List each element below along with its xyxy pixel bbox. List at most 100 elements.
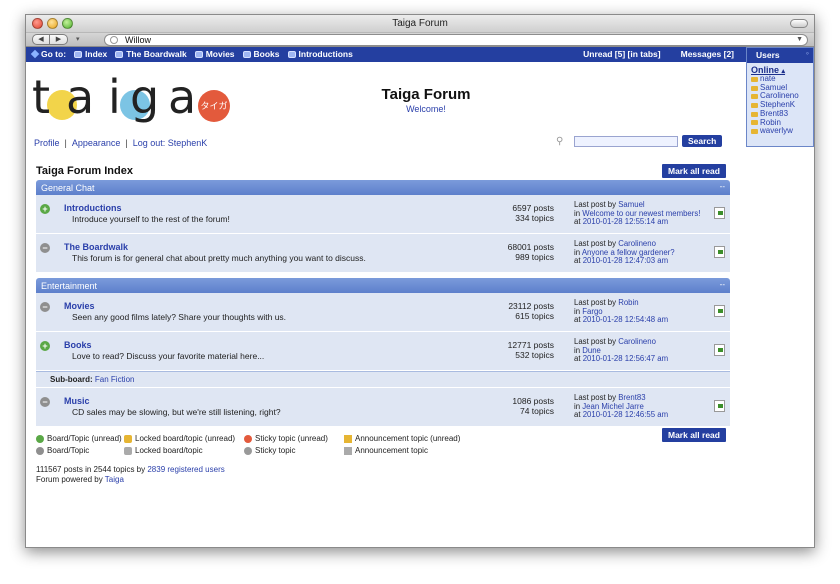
unread-link[interactable]: Unread [5] [in tabs] — [583, 49, 660, 59]
browser-toolbar: ◀ ▶ ▾ Willow ▼ — [26, 33, 814, 47]
board-link[interactable]: Music — [64, 396, 90, 406]
last-post-author-link[interactable]: Carolineno — [618, 337, 656, 346]
goto-last-post-icon[interactable] — [714, 400, 725, 412]
nav-item-movies[interactable]: Movies — [194, 49, 235, 59]
forum-stats: 111567 posts in 2544 topics by — [36, 465, 146, 474]
last-post-author-link[interactable]: Samuel — [618, 200, 644, 209]
title-bar: Taiga Forum — [26, 15, 814, 33]
collapse-arrow-icon[interactable]: ▴ — [782, 68, 786, 75]
announcement-unread-icon — [344, 435, 352, 443]
last-post-time-link[interactable]: 2010-01-28 12:46:55 am — [583, 410, 668, 420]
board-description: This forum is for general chat about pre… — [72, 253, 366, 263]
goto-last-post-icon[interactable] — [714, 344, 725, 356]
index-title: Taiga Forum Index — [36, 165, 133, 177]
last-post-topic-link[interactable]: Dune — [582, 346, 601, 355]
board-row: + Books Love to read? Discuss your favor… — [36, 332, 730, 371]
search-input[interactable] — [574, 135, 678, 147]
read-board-icon: − — [40, 397, 50, 407]
board-link[interactable]: Introductions — [64, 203, 122, 213]
unread-board-icon: + — [40, 204, 50, 214]
last-post-info: Last post by Carolineno in Anyone a fell… — [574, 239, 675, 266]
board-posts: 12771 posts — [507, 340, 554, 350]
toolbar-toggle-button[interactable] — [790, 19, 808, 28]
powered-by-text: Forum powered by — [36, 475, 103, 484]
nav-item-introductions[interactable]: Introductions — [287, 49, 353, 59]
goto-last-post-icon[interactable] — [714, 207, 725, 219]
board-row: − Music CD sales may be slowing, but we'… — [36, 388, 730, 427]
last-post-time-link[interactable]: 2010-01-28 12:55:14 am — [583, 217, 668, 227]
board-topics: 989 topics — [515, 252, 554, 262]
browser-window: Taiga Forum ◀ ▶ ▾ Willow ▼ Go to: Index … — [25, 14, 815, 548]
taiga-logo[interactable]: タイガ t a i g a — [32, 74, 242, 124]
user-icon — [751, 76, 758, 82]
nav-item-boardwalk[interactable]: The Boardwalk — [115, 49, 187, 59]
mark-all-read-button[interactable]: Mark all read — [662, 164, 726, 178]
page-icon — [110, 36, 118, 44]
board-posts: 6597 posts — [512, 203, 554, 213]
board-link[interactable]: Movies — [64, 301, 95, 311]
board-topics: 532 topics — [515, 350, 554, 360]
legend-item: Board/Topic — [36, 445, 124, 457]
forum-welcome: Welcome! — [406, 104, 446, 114]
board-description: Introduce yourself to the rest of the fo… — [72, 214, 230, 224]
last-post-topic-link[interactable]: Jean Michel Jarre — [582, 402, 644, 411]
goto-last-post-icon[interactable] — [714, 246, 725, 258]
window-title: Taiga Forum — [392, 18, 448, 29]
legend-item: Locked board/topic (unread) — [124, 433, 244, 445]
board-link[interactable]: The Boardwalk — [64, 242, 128, 252]
panel-close-icon[interactable]: ◦ — [806, 48, 809, 58]
address-bar[interactable]: Willow ▼ — [104, 34, 808, 46]
last-post-author-link[interactable]: Carolineno — [618, 239, 656, 248]
forward-button[interactable]: ▶ — [50, 34, 68, 45]
last-post-time-link[interactable]: 2010-01-28 12:54:48 am — [583, 315, 668, 325]
last-post-author-link[interactable]: Brent83 — [618, 393, 645, 402]
board-description: Seen any good films lately? Share your t… — [72, 312, 287, 322]
board-link[interactable]: Books — [64, 340, 92, 350]
board-posts: 68001 posts — [507, 242, 554, 252]
collapse-category-button[interactable]: -- — [720, 182, 725, 191]
registered-users-link[interactable]: 2839 registered users — [147, 465, 224, 474]
logout-link[interactable]: Log out: StephenK — [133, 138, 208, 148]
category-title[interactable]: General Chat — [41, 183, 95, 193]
last-post-topic-link[interactable]: Anyone a fellow gardener? — [582, 248, 675, 257]
forum-title: Taiga Forum — [381, 86, 471, 103]
last-post-topic-link[interactable]: Welcome to our newest members! — [582, 209, 700, 218]
subboard-link[interactable]: Fan Fiction — [95, 375, 135, 384]
nav-item-index[interactable]: Index — [74, 49, 107, 59]
goto-last-post-icon[interactable] — [714, 305, 725, 317]
read-board-icon: − — [40, 243, 50, 253]
last-post-time-link[interactable]: 2010-01-28 12:56:47 am — [583, 354, 668, 364]
last-post-author-link[interactable]: Robin — [618, 298, 638, 307]
last-post-topic-link[interactable]: Fargo — [582, 307, 602, 316]
collapse-category-button[interactable]: -- — [720, 280, 725, 289]
board-description: CD sales may be slowing, but we're still… — [72, 407, 281, 417]
category-title[interactable]: Entertainment — [41, 281, 97, 291]
messages-link[interactable]: Messages [2] — [681, 49, 734, 59]
board-topics: 74 topics — [519, 406, 554, 416]
appearance-link[interactable]: Appearance — [72, 138, 121, 148]
legend-item: Announcement topic — [344, 445, 428, 457]
legend-item: Sticky topic — [244, 445, 344, 457]
last-post-info: Last post by Brent83 in Jean Michel Jarr… — [574, 393, 669, 420]
goto-icon — [30, 49, 40, 59]
user-icon — [751, 85, 758, 91]
profile-link[interactable]: Profile — [34, 138, 60, 148]
back-button[interactable]: ◀ — [32, 34, 50, 45]
online-user[interactable]: waverlyw — [751, 127, 811, 136]
history-dropdown-icon[interactable]: ▾ — [76, 35, 80, 43]
mark-all-read-button-bottom[interactable]: Mark all read — [662, 428, 726, 442]
board-icon — [242, 50, 251, 58]
board-icon — [287, 50, 296, 58]
nav-item-books[interactable]: Books — [242, 49, 280, 59]
forum-nav-bar: Go to: Index The Boardwalk Movies Books … — [26, 47, 814, 62]
locked-icon — [124, 447, 132, 455]
board-description: Love to read? Discuss your favorite mate… — [72, 351, 265, 361]
users-panel: Users ◦ Online ▴ nate Samuel Carolineno … — [746, 47, 814, 147]
read-board-icon: − — [40, 302, 50, 312]
taiga-link[interactable]: Taiga — [105, 475, 124, 484]
address-dropdown-icon[interactable]: ▼ — [796, 35, 803, 45]
last-post-time-link[interactable]: 2010-01-28 12:47:03 am — [583, 256, 668, 266]
search-button[interactable]: Search — [682, 135, 723, 147]
board-icon — [115, 50, 124, 58]
read-board-icon — [36, 447, 44, 455]
